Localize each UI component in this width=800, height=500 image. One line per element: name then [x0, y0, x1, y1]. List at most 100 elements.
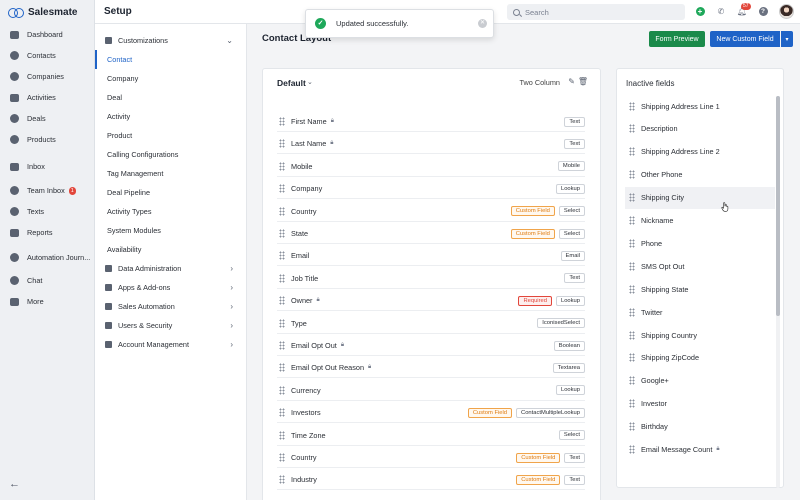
nav-item-activities[interactable]: Activities	[0, 87, 94, 108]
inactive-field-item[interactable]: Shipping ZipCode	[625, 347, 775, 369]
quick-add-button[interactable]: +	[695, 7, 705, 17]
drag-handle-icon[interactable]	[279, 318, 285, 328]
collapse-sidebar-icon[interactable]: ←	[9, 478, 20, 490]
setup-group-sales-automation[interactable]: Sales Automation ›	[95, 297, 247, 316]
drag-handle-icon[interactable]	[629, 445, 635, 454]
drag-handle-icon[interactable]	[279, 161, 285, 171]
setup-item-deal[interactable]: Deal	[95, 88, 247, 107]
layout-selector[interactable]: Default	[277, 78, 306, 88]
inactive-field-item[interactable]: Description	[625, 118, 775, 140]
inactive-field-item[interactable]: Shipping Address Line 2	[625, 141, 775, 163]
setup-item-company[interactable]: Company	[95, 69, 247, 88]
customizations-section[interactable]: Customizations ⌄	[95, 31, 247, 50]
nav-item-chat[interactable]: Chat	[0, 270, 94, 291]
setup-item-availability[interactable]: Availability	[95, 240, 247, 259]
inactive-field-item[interactable]: Other Phone	[625, 164, 775, 186]
inactive-field-item[interactable]: Nickname	[625, 210, 775, 232]
setup-group-users-security[interactable]: Users & Security ›	[95, 316, 247, 335]
field-row[interactable]: Email Opt Out Reason 🔒︎ Textarea	[277, 358, 585, 379]
brand[interactable]: Salesmate	[0, 0, 94, 24]
field-row[interactable]: Email Email	[277, 246, 585, 267]
field-row[interactable]: Email Opt Out 🔒︎ Boolean	[277, 336, 585, 356]
global-search[interactable]	[507, 4, 685, 20]
drag-handle-icon[interactable]	[279, 430, 285, 440]
setup-item-contact[interactable]: Contact	[95, 50, 247, 69]
drag-handle-icon[interactable]	[629, 399, 635, 409]
drag-handle-icon[interactable]	[629, 353, 635, 363]
new-custom-field-button[interactable]: New Custom Field	[710, 31, 780, 47]
phone-icon[interactable]: ✆	[716, 7, 726, 17]
drag-handle-icon[interactable]	[279, 184, 285, 194]
edit-pencil-icon[interactable]: ✎	[568, 77, 575, 86]
drag-handle-icon[interactable]	[279, 296, 285, 306]
drag-handle-icon[interactable]	[279, 475, 285, 485]
field-row[interactable]: Company Lookup	[277, 179, 585, 200]
drag-handle-icon[interactable]	[629, 238, 635, 248]
inactive-field-item[interactable]: Shipping Country	[625, 324, 775, 346]
form-preview-button[interactable]: Form Preview	[649, 31, 705, 47]
inactive-scrollbar[interactable]	[776, 96, 780, 488]
setup-item-activity-types[interactable]: Activity Types	[95, 202, 247, 221]
nav-item-automation-journ-[interactable]: Automation Journ...	[0, 247, 94, 268]
help-button[interactable]: ?	[758, 7, 768, 17]
setup-item-product[interactable]: Product	[95, 126, 247, 145]
drag-handle-icon[interactable]	[629, 422, 635, 432]
setup-item-tag-management[interactable]: Tag Management	[95, 164, 247, 183]
nav-item-dashboard[interactable]: Dashboard	[0, 24, 94, 45]
drag-handle-icon[interactable]	[279, 229, 285, 238]
field-row[interactable]: Currency Lookup	[277, 381, 585, 401]
field-row[interactable]: Time Zone Select	[277, 426, 585, 446]
inactive-field-item[interactable]: Phone	[625, 232, 775, 254]
nav-item-more[interactable]: More	[0, 291, 94, 312]
drag-handle-icon[interactable]	[629, 124, 635, 134]
drag-handle-icon[interactable]	[279, 273, 285, 283]
drag-handle-icon[interactable]	[279, 453, 285, 462]
user-avatar[interactable]	[779, 4, 794, 19]
drag-handle-icon[interactable]	[279, 139, 285, 149]
drag-handle-icon[interactable]	[279, 385, 285, 395]
field-row[interactable]: First Name 🔒︎ Text	[277, 112, 585, 132]
scroll-thumb[interactable]	[776, 96, 780, 316]
nav-item-inbox[interactable]: Inbox	[0, 156, 94, 177]
nav-item-contacts[interactable]: Contacts	[0, 45, 94, 66]
drag-handle-icon[interactable]	[629, 261, 635, 271]
drag-handle-icon[interactable]	[279, 408, 285, 418]
nav-item-reports[interactable]: Reports	[0, 222, 94, 243]
new-field-dropdown-button[interactable]: ▾	[781, 31, 793, 47]
inactive-field-item[interactable]: Birthday	[625, 416, 775, 438]
field-row[interactable]: Type IconisedSelect	[277, 314, 585, 334]
chevron-down-icon[interactable]: ⌄	[307, 78, 313, 86]
inactive-field-item[interactable]: SMS Opt Out	[625, 255, 775, 277]
trash-icon[interactable]: 🗑︎	[578, 77, 588, 86]
drag-handle-icon[interactable]	[629, 284, 635, 294]
nav-item-texts[interactable]: Texts	[0, 201, 94, 222]
field-row[interactable]: State Custom Field Select	[277, 224, 585, 244]
setup-item-deal-pipeline[interactable]: Deal Pipeline	[95, 183, 247, 202]
drag-handle-icon[interactable]	[629, 170, 635, 180]
field-row[interactable]: Investors Custom Field ContactMultipleLook…	[277, 403, 585, 424]
field-row[interactable]: Job Title Text	[277, 269, 585, 289]
setup-group-data-administration[interactable]: Data Administration ›	[95, 259, 247, 278]
drag-handle-icon[interactable]	[629, 216, 635, 225]
drag-handle-icon[interactable]	[629, 101, 635, 111]
close-toast-icon[interactable]: ✕	[478, 19, 487, 28]
setup-item-system-modules[interactable]: System Modules	[95, 221, 247, 240]
inactive-field-item[interactable]: Investor	[625, 393, 775, 415]
field-row[interactable]: Country Custom Field Select	[277, 202, 585, 222]
nav-item-companies[interactable]: Companies	[0, 66, 94, 87]
drag-handle-icon[interactable]	[279, 363, 285, 373]
nav-item-products[interactable]: Products	[0, 129, 94, 150]
inactive-field-item[interactable]: Shipping State	[625, 278, 775, 300]
inactive-field-item[interactable]: Twitter	[625, 301, 775, 323]
field-row[interactable]: Country Custom Field Text	[277, 448, 585, 468]
setup-group-apps-add-ons[interactable]: Apps & Add-ons ›	[95, 278, 247, 297]
drag-handle-icon[interactable]	[279, 251, 285, 261]
search-input[interactable]	[525, 7, 675, 17]
drag-handle-icon[interactable]	[279, 117, 285, 126]
setup-item-activity[interactable]: Activity	[95, 107, 247, 126]
field-row[interactable]: Mobile Mobile	[277, 157, 585, 177]
drag-handle-icon[interactable]	[629, 147, 635, 157]
nav-item-team-inbox[interactable]: Team Inbox 1	[0, 180, 94, 201]
drag-handle-icon[interactable]	[629, 307, 635, 317]
setup-item-calling-configurations[interactable]: Calling Configurations	[95, 145, 247, 164]
